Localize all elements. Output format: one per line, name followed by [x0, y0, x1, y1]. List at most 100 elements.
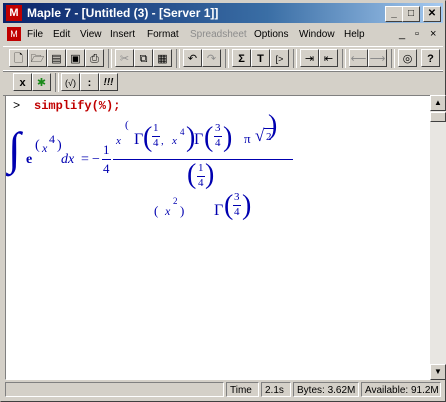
- math-comma: ,: [161, 135, 164, 147]
- math-denominator: 4: [103, 161, 110, 176]
- available-memory-readout: Available: 91.2M: [361, 382, 441, 397]
- prompt-icon[interactable]: [>: [270, 49, 289, 67]
- context-toolbar: x ✱ (√) : !!!: [3, 70, 443, 96]
- math-gamma: Γ: [194, 131, 204, 148]
- indent-icon[interactable]: ⇥: [300, 49, 319, 67]
- menu-window[interactable]: Window: [299, 29, 335, 40]
- x-icon[interactable]: x: [13, 73, 32, 91]
- title-bar[interactable]: M Maple 7 - [Untitled (3) - [Server 1]] …: [3, 3, 443, 23]
- close-button[interactable]: ✕: [423, 6, 441, 22]
- open-icon[interactable]: 🗁: [28, 49, 47, 67]
- toolbar-separator: [108, 49, 112, 68]
- status-message: [5, 382, 224, 397]
- forward-icon[interactable]: ⟶: [368, 49, 387, 67]
- math-equals: =: [81, 152, 89, 167]
- text-icon[interactable]: T: [251, 49, 270, 67]
- colon-icon[interactable]: :: [80, 73, 99, 91]
- fraction-bar: [113, 159, 293, 160]
- menu-insert[interactable]: Insert: [110, 29, 135, 40]
- document-menu-icon[interactable]: M: [7, 27, 21, 41]
- math-paren: (: [154, 203, 159, 218]
- menu-spreadsheet[interactable]: Spreadsheet: [190, 29, 247, 40]
- math-paren: ): [205, 159, 215, 190]
- main-toolbar: 🗋 🗁 ▤ ▣ ⎙ ✂ ⧉ ▦ ↶ ↷ Σ T [> ⇥ ⇤ ⟵ ⟶ ◎ ?: [3, 46, 443, 72]
- menu-format[interactable]: Format: [147, 29, 179, 40]
- math-exponent: 4: [180, 127, 185, 137]
- fraction-bar: [102, 159, 111, 160]
- copy-icon[interactable]: ⧉: [134, 49, 153, 67]
- maple-leaf-icon[interactable]: ✱: [32, 73, 51, 91]
- toolbar-separator: [176, 49, 180, 68]
- window-title: Maple 7 - [Untitled (3) - [Server 1]]: [27, 6, 219, 20]
- maple-app-icon[interactable]: M: [6, 5, 22, 21]
- integral-sign: ∫: [8, 123, 21, 174]
- math-paren: (: [143, 122, 153, 153]
- math-denominator: 4: [198, 177, 204, 189]
- sigma-icon[interactable]: Σ: [232, 49, 251, 67]
- scroll-thumb[interactable]: [430, 112, 446, 122]
- toolbar-separator: [293, 49, 297, 68]
- math-denominator: 4: [215, 137, 221, 149]
- scroll-up-icon[interactable]: ▲: [430, 95, 446, 111]
- cut-icon[interactable]: ✂: [115, 49, 134, 67]
- math-minus: −: [92, 152, 100, 167]
- undo-icon[interactable]: ↶: [183, 49, 202, 67]
- math-numerator: 1: [103, 142, 110, 157]
- math-e: e: [26, 152, 33, 167]
- maximize-button[interactable]: □: [402, 6, 420, 22]
- time-value: 2.1s: [261, 382, 291, 397]
- doc-close-button[interactable]: ×: [430, 28, 436, 40]
- worksheet-area[interactable]: > simplify(%); ∫ e ( x 4 ) dx = − 1 4 x …: [5, 95, 431, 380]
- math-x: x: [116, 135, 121, 147]
- menu-view[interactable]: View: [80, 29, 102, 40]
- toolbar-separator: [225, 49, 229, 68]
- check-icon[interactable]: (√): [61, 73, 80, 91]
- toolbar-separator: [342, 49, 346, 68]
- math-numerator: 1: [198, 162, 204, 174]
- math-exponent: 2: [173, 196, 178, 206]
- open-url-icon[interactable]: ▤: [47, 49, 66, 67]
- math-pi: π: [244, 131, 251, 146]
- vertical-scrollbar[interactable]: ▲ ▼: [430, 95, 446, 380]
- back-icon[interactable]: ⟵: [349, 49, 368, 67]
- input-prompt: >: [13, 99, 21, 113]
- print-icon[interactable]: ⎙: [85, 49, 104, 67]
- menu-file[interactable]: File: [27, 29, 43, 40]
- math-sqrt: √: [255, 126, 265, 145]
- doc-restore-button[interactable]: ▫: [415, 28, 419, 40]
- help-icon[interactable]: ?: [421, 49, 440, 67]
- new-icon[interactable]: 🗋: [9, 49, 28, 67]
- math-paren: ): [268, 110, 278, 141]
- stop-icon[interactable]: ◎: [398, 49, 417, 67]
- menu-help[interactable]: Help: [344, 29, 365, 40]
- math-numerator: 1: [153, 122, 159, 134]
- scroll-down-icon[interactable]: ▼: [430, 364, 446, 380]
- toolbar-separator: [391, 49, 395, 68]
- execute-icon[interactable]: !!!: [99, 73, 118, 91]
- maple-window: M Maple 7 - [Untitled (3) - [Server 1]] …: [0, 0, 446, 402]
- menu-options[interactable]: Options: [254, 29, 288, 40]
- menu-edit[interactable]: Edit: [53, 29, 70, 40]
- math-x: x: [42, 141, 48, 155]
- math-paren: (: [125, 119, 129, 131]
- math-paren: (: [224, 190, 234, 221]
- doc-minimize-button[interactable]: _: [399, 28, 405, 40]
- command-input[interactable]: simplify(%);: [34, 99, 120, 113]
- math-gamma: Γ: [214, 202, 224, 219]
- status-bar: Time 2.1s Bytes: 3.62M Available: 91.2M: [3, 381, 443, 399]
- bytes-readout: Bytes: 3.62M: [293, 382, 359, 397]
- redo-icon[interactable]: ↷: [202, 49, 221, 67]
- toolbar-separator: [55, 73, 59, 92]
- math-gamma: Γ: [134, 131, 144, 148]
- math-paren: (: [204, 122, 214, 153]
- math-x: x: [172, 135, 177, 147]
- math-x: x: [165, 204, 171, 218]
- save-icon[interactable]: ▣: [66, 49, 85, 67]
- math-exponent: 4: [49, 132, 55, 146]
- math-paren: ): [180, 203, 185, 218]
- math-paren: ): [57, 138, 62, 153]
- paste-icon[interactable]: ▦: [153, 49, 172, 67]
- outdent-icon[interactable]: ⇤: [319, 49, 338, 67]
- math-dx: dx: [61, 152, 75, 167]
- minimize-button[interactable]: _: [385, 6, 403, 22]
